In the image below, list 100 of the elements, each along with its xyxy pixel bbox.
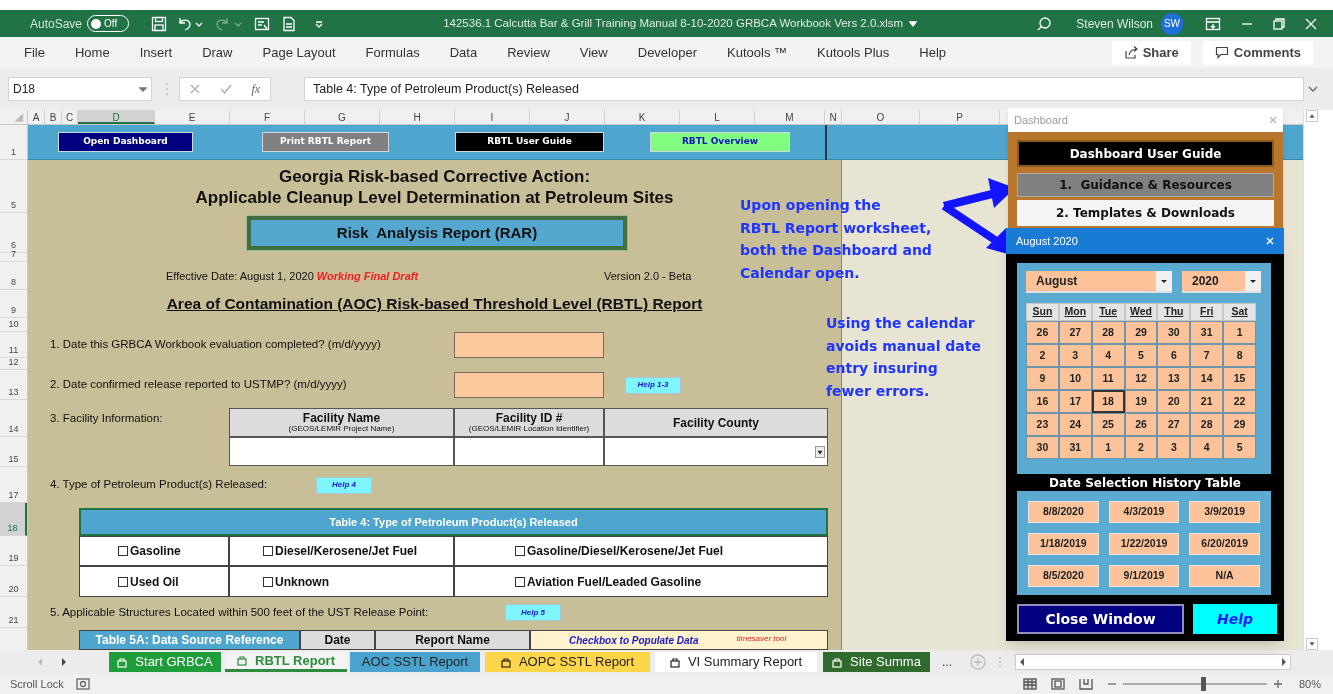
- calendar-day[interactable]: 16: [1026, 390, 1059, 413]
- sheet-tab[interactable]: AOPC SSTL Report: [485, 652, 650, 672]
- calendar-day[interactable]: 29: [1223, 413, 1256, 436]
- help-button[interactable]: Help 1-3: [625, 376, 681, 394]
- calendar-day[interactable]: 2: [1026, 344, 1059, 367]
- horizontal-scrollbar[interactable]: [1015, 654, 1291, 670]
- column-header[interactable]: I: [455, 110, 530, 124]
- sheet-tab[interactable]: AOC SSTL Report: [350, 652, 480, 672]
- calendar-day[interactable]: 1: [1223, 321, 1256, 344]
- scroll-right-icon[interactable]: [1280, 657, 1288, 667]
- history-date-button[interactable]: N/A: [1189, 565, 1260, 587]
- row-header[interactable]: 5: [0, 160, 27, 213]
- calendar-day[interactable]: 8: [1223, 344, 1256, 367]
- checkbox[interactable]: [263, 546, 273, 556]
- scroll-down-icon[interactable]: [1306, 638, 1318, 650]
- calendar-day[interactable]: 26: [1026, 321, 1059, 344]
- sheet-button[interactable]: RBTL User Guide: [455, 132, 604, 152]
- ribbon-tab[interactable]: Kutools Plus: [817, 42, 890, 63]
- zoom-level[interactable]: 80%: [1298, 675, 1321, 693]
- user-avatar[interactable]: SW: [1161, 12, 1183, 35]
- column-header[interactable]: L: [680, 110, 755, 124]
- calendar-day[interactable]: 24: [1058, 413, 1092, 436]
- document-icon[interactable]: [282, 15, 297, 32]
- calendar-day[interactable]: 14: [1190, 367, 1224, 390]
- calendar-day[interactable]: 31: [1058, 436, 1092, 459]
- column-header[interactable]: F: [230, 110, 305, 124]
- zoom-in-icon[interactable]: [1272, 679, 1283, 689]
- ribbon-tab[interactable]: Page Layout: [262, 42, 336, 63]
- year-dropdown[interactable]: 2020: [1182, 271, 1261, 293]
- calendar-day[interactable]: 19: [1124, 390, 1158, 413]
- calendar-day[interactable]: 5: [1223, 436, 1256, 459]
- calendar-day[interactable]: 13: [1157, 367, 1191, 390]
- calendar-day[interactable]: 10: [1058, 367, 1092, 390]
- calendar-day[interactable]: 25: [1091, 413, 1125, 436]
- calendar-day[interactable]: 7: [1190, 344, 1224, 367]
- scroll-left-icon[interactable]: [1018, 657, 1026, 667]
- row-header[interactable]: 14: [0, 400, 27, 437]
- history-date-button[interactable]: 8/8/2020: [1028, 501, 1099, 523]
- ribbon-tab[interactable]: Kutools ™: [727, 42, 787, 63]
- save-icon[interactable]: [151, 15, 168, 32]
- zoom-slider-thumb[interactable]: [1200, 677, 1206, 691]
- row-header[interactable]: 7: [0, 253, 27, 262]
- column-header[interactable]: M: [755, 110, 825, 124]
- calendar-day[interactable]: 4: [1091, 344, 1125, 367]
- date-field[interactable]: [454, 372, 604, 398]
- dashboard-button[interactable]: Dashboard User Guide: [1017, 140, 1274, 167]
- search-icon[interactable]: [1036, 15, 1053, 32]
- ribbon-tab[interactable]: Data: [449, 42, 478, 63]
- ribbon-tab[interactable]: File: [24, 42, 45, 63]
- ribbon-tab[interactable]: Help: [919, 42, 946, 63]
- row-header[interactable]: 1: [0, 125, 27, 160]
- sheet-button[interactable]: Print RBTL Report: [262, 132, 389, 152]
- calendar-day[interactable]: 23: [1026, 413, 1059, 436]
- ribbon-tab[interactable]: View: [579, 42, 608, 63]
- history-date-button[interactable]: 6/20/2019: [1189, 533, 1260, 555]
- column-header[interactable]: G: [305, 110, 380, 124]
- column-header[interactable]: H: [380, 110, 455, 124]
- name-box[interactable]: D18: [8, 77, 152, 101]
- ribbon-tab[interactable]: Home: [74, 42, 110, 63]
- undo-icon[interactable]: [176, 15, 193, 32]
- calendar-day[interactable]: 9: [1026, 367, 1059, 390]
- formula-field[interactable]: Table 4: Type of Petroleum Product(s) Released: [304, 77, 1304, 101]
- calendar-day[interactable]: 4: [1190, 436, 1224, 459]
- history-date-button[interactable]: 3/9/2019: [1189, 501, 1260, 523]
- column-header[interactable]: B: [45, 110, 62, 124]
- calendar-day[interactable]: 28: [1091, 321, 1125, 344]
- normal-view-icon[interactable]: [1022, 678, 1037, 690]
- sheet-tab[interactable]: Site Summa: [823, 652, 930, 672]
- column-header[interactable]: K: [605, 110, 680, 124]
- column-header[interactable]: E: [155, 110, 230, 124]
- help-button[interactable]: Help 4: [316, 476, 372, 494]
- caret-icon[interactable]: [909, 19, 918, 28]
- month-dropdown[interactable]: August: [1026, 271, 1172, 293]
- calendar-day[interactable]: 11: [1091, 367, 1125, 390]
- calendar-day[interactable]: 26: [1124, 413, 1158, 436]
- calendar-day[interactable]: 30: [1026, 436, 1059, 459]
- ribbon-tab[interactable]: Draw: [202, 42, 233, 63]
- drag-handle-icon[interactable]: [165, 82, 169, 96]
- drag-handle-icon[interactable]: [998, 656, 1002, 668]
- calendar-day[interactable]: 5: [1124, 344, 1158, 367]
- calendar-day[interactable]: 28: [1190, 413, 1224, 436]
- checkbox[interactable]: [515, 546, 525, 556]
- history-date-button[interactable]: 9/1/2019: [1108, 565, 1180, 587]
- column-header[interactable]: J: [530, 110, 605, 124]
- calendar-day[interactable]: 6: [1157, 344, 1191, 367]
- checkbox[interactable]: [118, 546, 128, 556]
- checkbox[interactable]: [515, 576, 525, 587]
- calendar-day[interactable]: 3: [1058, 344, 1092, 367]
- insert-function-button[interactable]: fx: [251, 80, 261, 98]
- dashboard-button[interactable]: 1. Guidance & Resources: [1017, 173, 1274, 197]
- row-header[interactable]: 12: [0, 358, 27, 370]
- calendar-day[interactable]: 17: [1058, 390, 1092, 413]
- ribbon-tab[interactable]: Insert: [139, 42, 173, 63]
- comments-button[interactable]: Comments: [1202, 40, 1313, 65]
- next-sheet-icon[interactable]: [60, 657, 68, 667]
- sheet-tab[interactable]: RBTL Report: [225, 652, 347, 672]
- page-break-icon[interactable]: [1078, 678, 1093, 690]
- calendar-day[interactable]: 20: [1157, 390, 1191, 413]
- expand-icon[interactable]: [1308, 85, 1318, 93]
- calendar-day[interactable]: 15: [1223, 367, 1256, 390]
